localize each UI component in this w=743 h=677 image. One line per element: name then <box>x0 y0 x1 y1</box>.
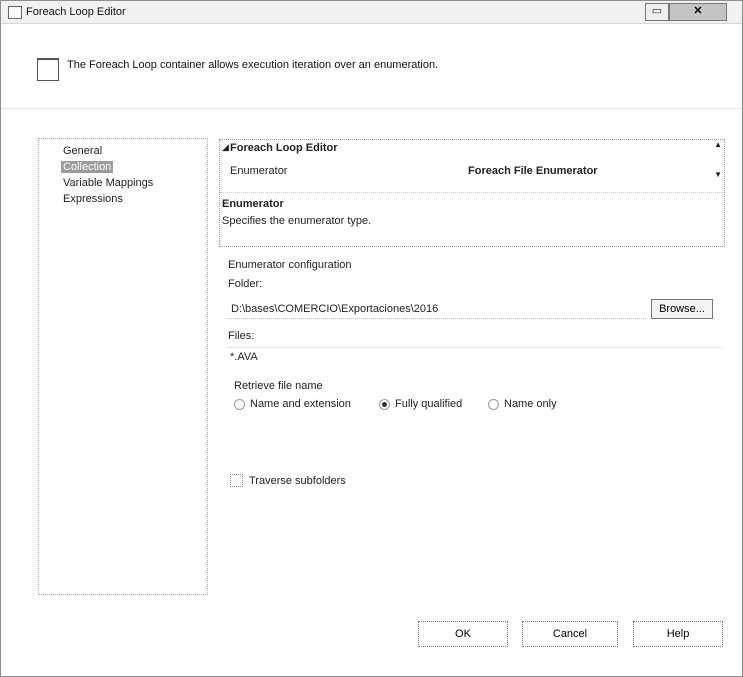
description-title: Enumerator <box>222 198 284 210</box>
nav-item-collection[interactable]: Collection <box>61 161 114 173</box>
checkbox-label: Traverse subfolders <box>249 474 346 487</box>
ok-button[interactable]: OK <box>418 621 508 647</box>
radio-dot-selected[interactable] <box>379 398 390 410</box>
folder-field[interactable] <box>227 300 646 319</box>
radio-fully-qualified[interactable]: Fully qualified <box>379 398 462 410</box>
nav-list: General Collection Variable Mappings Exp… <box>38 138 208 595</box>
radio-label: Name and extension <box>250 398 351 410</box>
maximize-button[interactable]: ▭ <box>645 3 669 21</box>
header-divider <box>1 108 742 109</box>
foreach-loop-editor-window: Foreach Loop Editor ▭ ✕ The Foreach Loop… <box>0 0 743 677</box>
radio-name-only[interactable]: Name only <box>488 398 557 410</box>
property-name-enumerator[interactable]: Enumerator <box>230 165 287 177</box>
property-category: Foreach Loop Editor <box>230 142 338 154</box>
cancel-button[interactable]: Cancel <box>522 621 618 647</box>
nav-item-general[interactable]: General <box>63 145 102 157</box>
retrieve-file-name-title: Retrieve file name <box>234 380 323 392</box>
folder-label: Folder: <box>228 278 263 290</box>
radio-label: Name only <box>504 398 557 410</box>
help-button[interactable]: Help <box>633 621 723 647</box>
property-value-enumerator[interactable]: Foreach File Enumerator <box>468 165 598 177</box>
browse-button[interactable]: Browse... <box>651 299 713 319</box>
radio-dot[interactable] <box>234 398 245 410</box>
checkbox-box[interactable] <box>230 474 243 487</box>
scroll-up-icon[interactable]: ▲ <box>714 140 722 149</box>
radio-dot[interactable] <box>488 398 499 410</box>
collapse-arrow-icon[interactable]: ◢ <box>222 142 229 153</box>
files-label: Files: <box>228 330 255 342</box>
grid-description-divider <box>220 192 724 193</box>
traverse-subfolders-checkbox[interactable]: Traverse subfolders <box>230 474 346 487</box>
description-text: Specifies the enumerator type. <box>222 215 372 227</box>
scroll-down-icon[interactable]: ▼ <box>714 170 722 179</box>
nav-item-expressions[interactable]: Expressions <box>63 193 123 205</box>
nav-item-variable-mappings[interactable]: Variable Mappings <box>63 177 153 189</box>
radio-label: Fully qualified <box>395 398 463 410</box>
property-grid: ◢ Foreach Loop Editor ▲ Enumerator Forea… <box>219 139 725 247</box>
loop-icon <box>37 58 59 81</box>
title-bar: Foreach Loop Editor ▭ ✕ <box>1 1 742 24</box>
close-button[interactable]: ✕ <box>669 3 727 21</box>
files-field[interactable] <box>227 347 722 366</box>
enumerator-config-title: Enumerator configuration <box>228 259 352 271</box>
window-title: Foreach Loop Editor <box>26 6 126 18</box>
header-description: The Foreach Loop container allows execut… <box>67 59 439 71</box>
window-icon <box>8 6 22 19</box>
radio-name-and-extension[interactable]: Name and extension <box>234 398 351 410</box>
